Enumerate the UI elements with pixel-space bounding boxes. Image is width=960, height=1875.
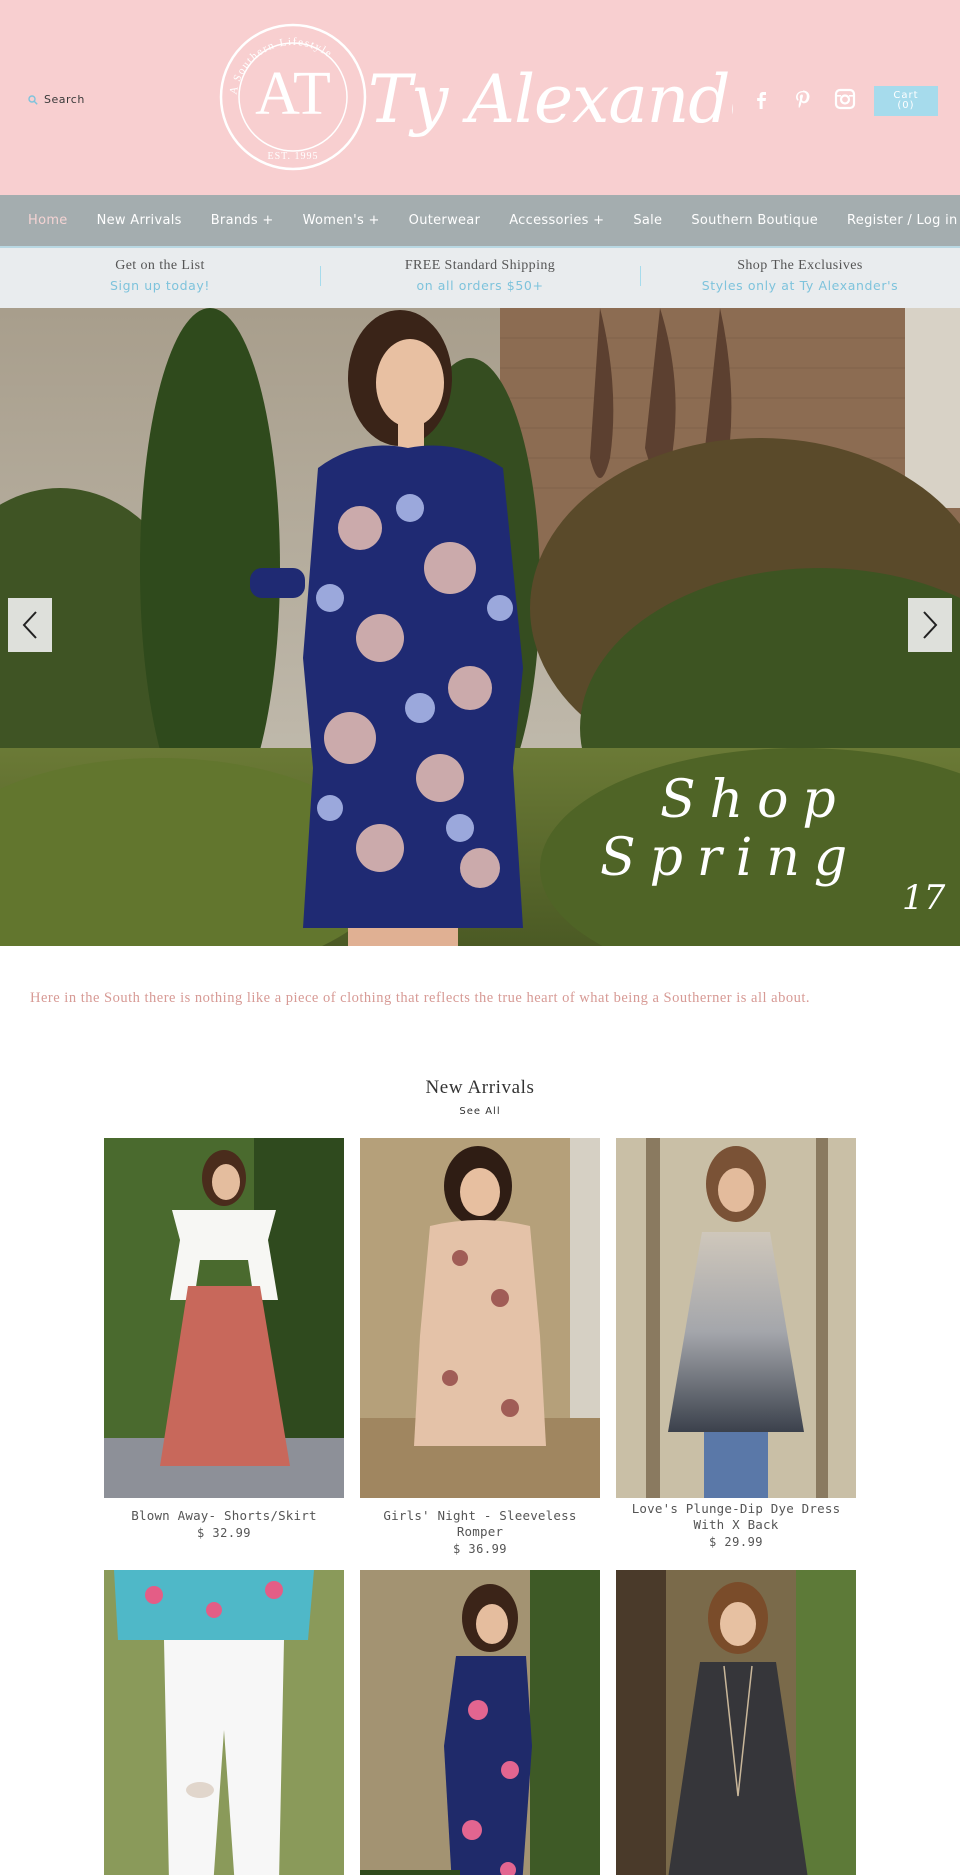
pinterest-icon[interactable] <box>792 88 814 110</box>
product-card[interactable]: Love's Plunge-Dip Dye Dress With X Back … <box>616 1138 856 1549</box>
nav-item-home[interactable]: Home <box>28 213 68 228</box>
promo-subtitle: on all orders $50+ <box>416 278 544 293</box>
product-card[interactable] <box>104 1570 344 1875</box>
nav-item-brands[interactable]: Brands + <box>211 213 274 228</box>
nav-item-sale[interactable]: Sale <box>633 213 662 228</box>
product-image[interactable] <box>360 1570 600 1875</box>
product-name[interactable]: Love's Plunge-Dip Dye Dress With X Back <box>616 1501 856 1533</box>
site-logo[interactable]: A Southern Lifestyle AT EST. 1995 Ty Ale… <box>218 22 733 172</box>
site-tagline: Here in the South there is nothing like … <box>30 990 811 1006</box>
hero-next-button[interactable] <box>908 598 952 652</box>
product-image[interactable] <box>616 1138 856 1498</box>
nav-item-womens[interactable]: Women's + <box>303 213 380 228</box>
product-card[interactable] <box>360 1570 600 1875</box>
chevron-left-icon <box>22 611 37 639</box>
chevron-right-icon <box>923 611 938 639</box>
promo-title: Get on the List <box>115 258 205 273</box>
hero-caption-line2: Spring <box>600 828 862 888</box>
product-price: $ 32.99 <box>196 1526 252 1540</box>
promo-newsletter[interactable]: Get on the List Sign up today! <box>0 248 320 308</box>
hero-caption-line3: 17 <box>902 878 946 918</box>
nav-item-register-login[interactable]: Register / Log in <box>847 213 957 228</box>
cart-button[interactable]: Cart (0) <box>874 86 938 116</box>
new-arrivals-title: New Arrivals <box>425 1077 535 1098</box>
product-card[interactable]: Blown Away- Shorts/Skirt $ 32.99 <box>104 1138 344 1540</box>
nav-item-accessories[interactable]: Accessories + <box>509 213 604 228</box>
promo-shipping[interactable]: FREE Standard Shipping on all orders $50… <box>320 248 640 308</box>
promo-subtitle: Styles only at Ty Alexander's <box>701 278 899 293</box>
main-nav: Home New Arrivals Brands + Women's + Out… <box>0 195 960 248</box>
nav-item-new-arrivals[interactable]: New Arrivals <box>97 213 182 228</box>
promo-exclusives[interactable]: Shop The Exclusives Styles only at Ty Al… <box>640 248 960 308</box>
hero-prev-button[interactable] <box>8 598 52 652</box>
product-card[interactable]: Girls' Night - Sleeveless Romper $ 36.99 <box>360 1138 600 1556</box>
facebook-icon[interactable] <box>750 88 772 110</box>
nav-item-southern-boutique[interactable]: Southern Boutique <box>691 213 818 228</box>
product-name[interactable]: Girls' Night - Sleeveless Romper <box>360 1508 600 1540</box>
site-header: Search A Southern Lifestyle AT EST. 1995… <box>0 0 960 195</box>
promo-strip: Get on the List Sign up today! FREE Stan… <box>0 248 960 308</box>
product-card[interactable] <box>616 1570 856 1875</box>
product-image[interactable] <box>104 1138 344 1498</box>
instagram-icon[interactable] <box>834 88 856 110</box>
brand-name: Ty Alexander's <box>368 61 733 138</box>
promo-title: FREE Standard Shipping <box>404 258 556 273</box>
promo-title: Shop The Exclusives <box>737 258 863 273</box>
product-image[interactable] <box>616 1570 856 1875</box>
social-links <box>750 88 856 110</box>
nav-item-outerwear[interactable]: Outerwear <box>409 213 481 228</box>
product-price: $ 29.99 <box>708 1535 764 1549</box>
promo-subtitle: Sign up today! <box>109 278 211 293</box>
see-all-link[interactable]: See All <box>0 1106 960 1117</box>
search-icon <box>28 94 38 105</box>
product-image[interactable] <box>360 1138 600 1498</box>
product-image[interactable] <box>104 1570 344 1875</box>
search-link[interactable]: Search <box>28 93 85 106</box>
cart-count: (0) <box>897 100 915 111</box>
hero-caption-line1: Shop <box>660 770 850 830</box>
logo-monogram: AT <box>255 60 331 128</box>
product-name[interactable]: Blown Away- Shorts/Skirt <box>104 1508 344 1524</box>
product-price: $ 36.99 <box>452 1542 508 1556</box>
search-label: Search <box>44 93 85 106</box>
hero-slideshow[interactable]: Shop Spring 17 <box>0 308 960 946</box>
logo-est: EST. 1995 <box>267 151 318 162</box>
